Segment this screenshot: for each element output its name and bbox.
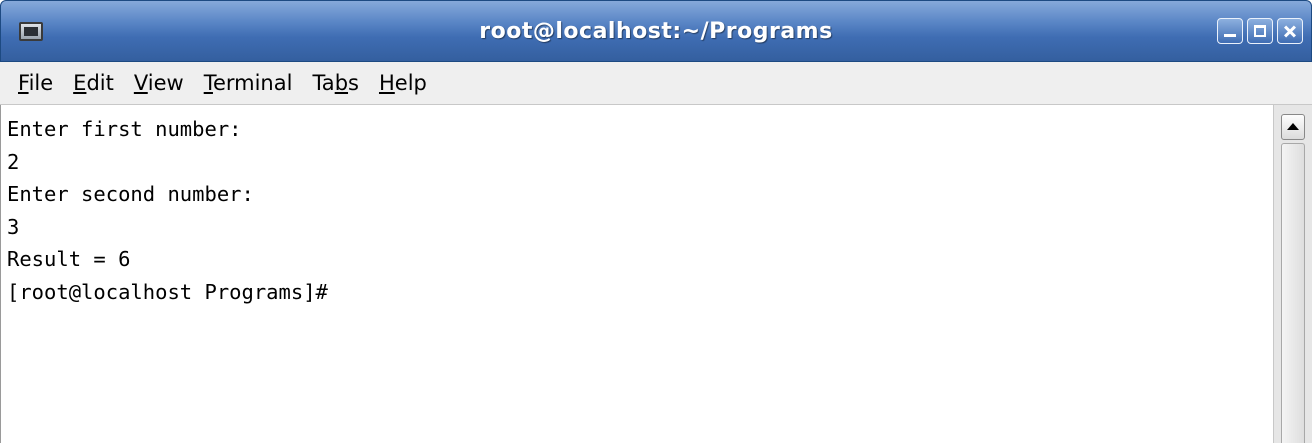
close-icon[interactable] [1277, 18, 1303, 44]
menu-bar: File Edit View Terminal Tabs Help [0, 62, 1312, 105]
menu-file-mnemonic: F [18, 71, 29, 95]
window-controls [1217, 18, 1303, 44]
menu-terminal[interactable]: Terminal [204, 71, 293, 95]
window-title: root@localhost:~/Programs [479, 19, 833, 44]
menu-tabs-label-pre: Ta [312, 71, 335, 95]
menu-help-label-post: elp [394, 71, 427, 95]
menu-file-label-post: ile [28, 71, 54, 95]
menu-view[interactable]: View [134, 71, 184, 95]
menu-file[interactable]: File [18, 71, 53, 95]
menu-tabs-label-post: s [348, 71, 359, 95]
title-bar[interactable]: root@localhost:~/Programs [0, 0, 1312, 62]
vertical-scrollbar[interactable] [1273, 105, 1312, 443]
terminal-line: 2 [7, 149, 20, 174]
terminal-line: 3 [7, 214, 20, 239]
menu-edit[interactable]: Edit [73, 71, 114, 95]
terminal-output[interactable]: Enter first number: 2 Enter second numbe… [0, 105, 1273, 443]
menu-view-mnemonic: V [133, 71, 148, 95]
terminal-prompt: [root@localhost Programs]# [7, 279, 328, 304]
scroll-thumb[interactable] [1281, 143, 1305, 443]
menu-edit-mnemonic: E [73, 71, 87, 95]
menu-view-label-post: iew [147, 71, 184, 95]
menu-tabs-mnemonic: b [334, 71, 349, 95]
menu-help[interactable]: Help [379, 71, 427, 95]
arrow-up-icon[interactable] [1281, 114, 1305, 140]
menu-terminal-label-post: erminal [212, 71, 293, 95]
terminal-line: Enter first number: [7, 117, 242, 141]
minimize-icon[interactable] [1217, 18, 1243, 44]
menu-tabs[interactable]: Tabs [312, 71, 359, 95]
terminal-window: root@localhost:~/Programs File Edit View… [0, 0, 1312, 443]
menu-edit-label-post: dit [86, 71, 114, 95]
maximize-icon[interactable] [1247, 18, 1273, 44]
terminal-line: Enter second number: [7, 182, 254, 206]
menu-terminal-mnemonic: T [203, 71, 213, 95]
terminal-prompt-line[interactable]: [root@localhost Programs]# [7, 276, 1273, 309]
terminal-line: Result = 6 [7, 247, 131, 271]
menu-help-mnemonic: H [378, 71, 395, 95]
